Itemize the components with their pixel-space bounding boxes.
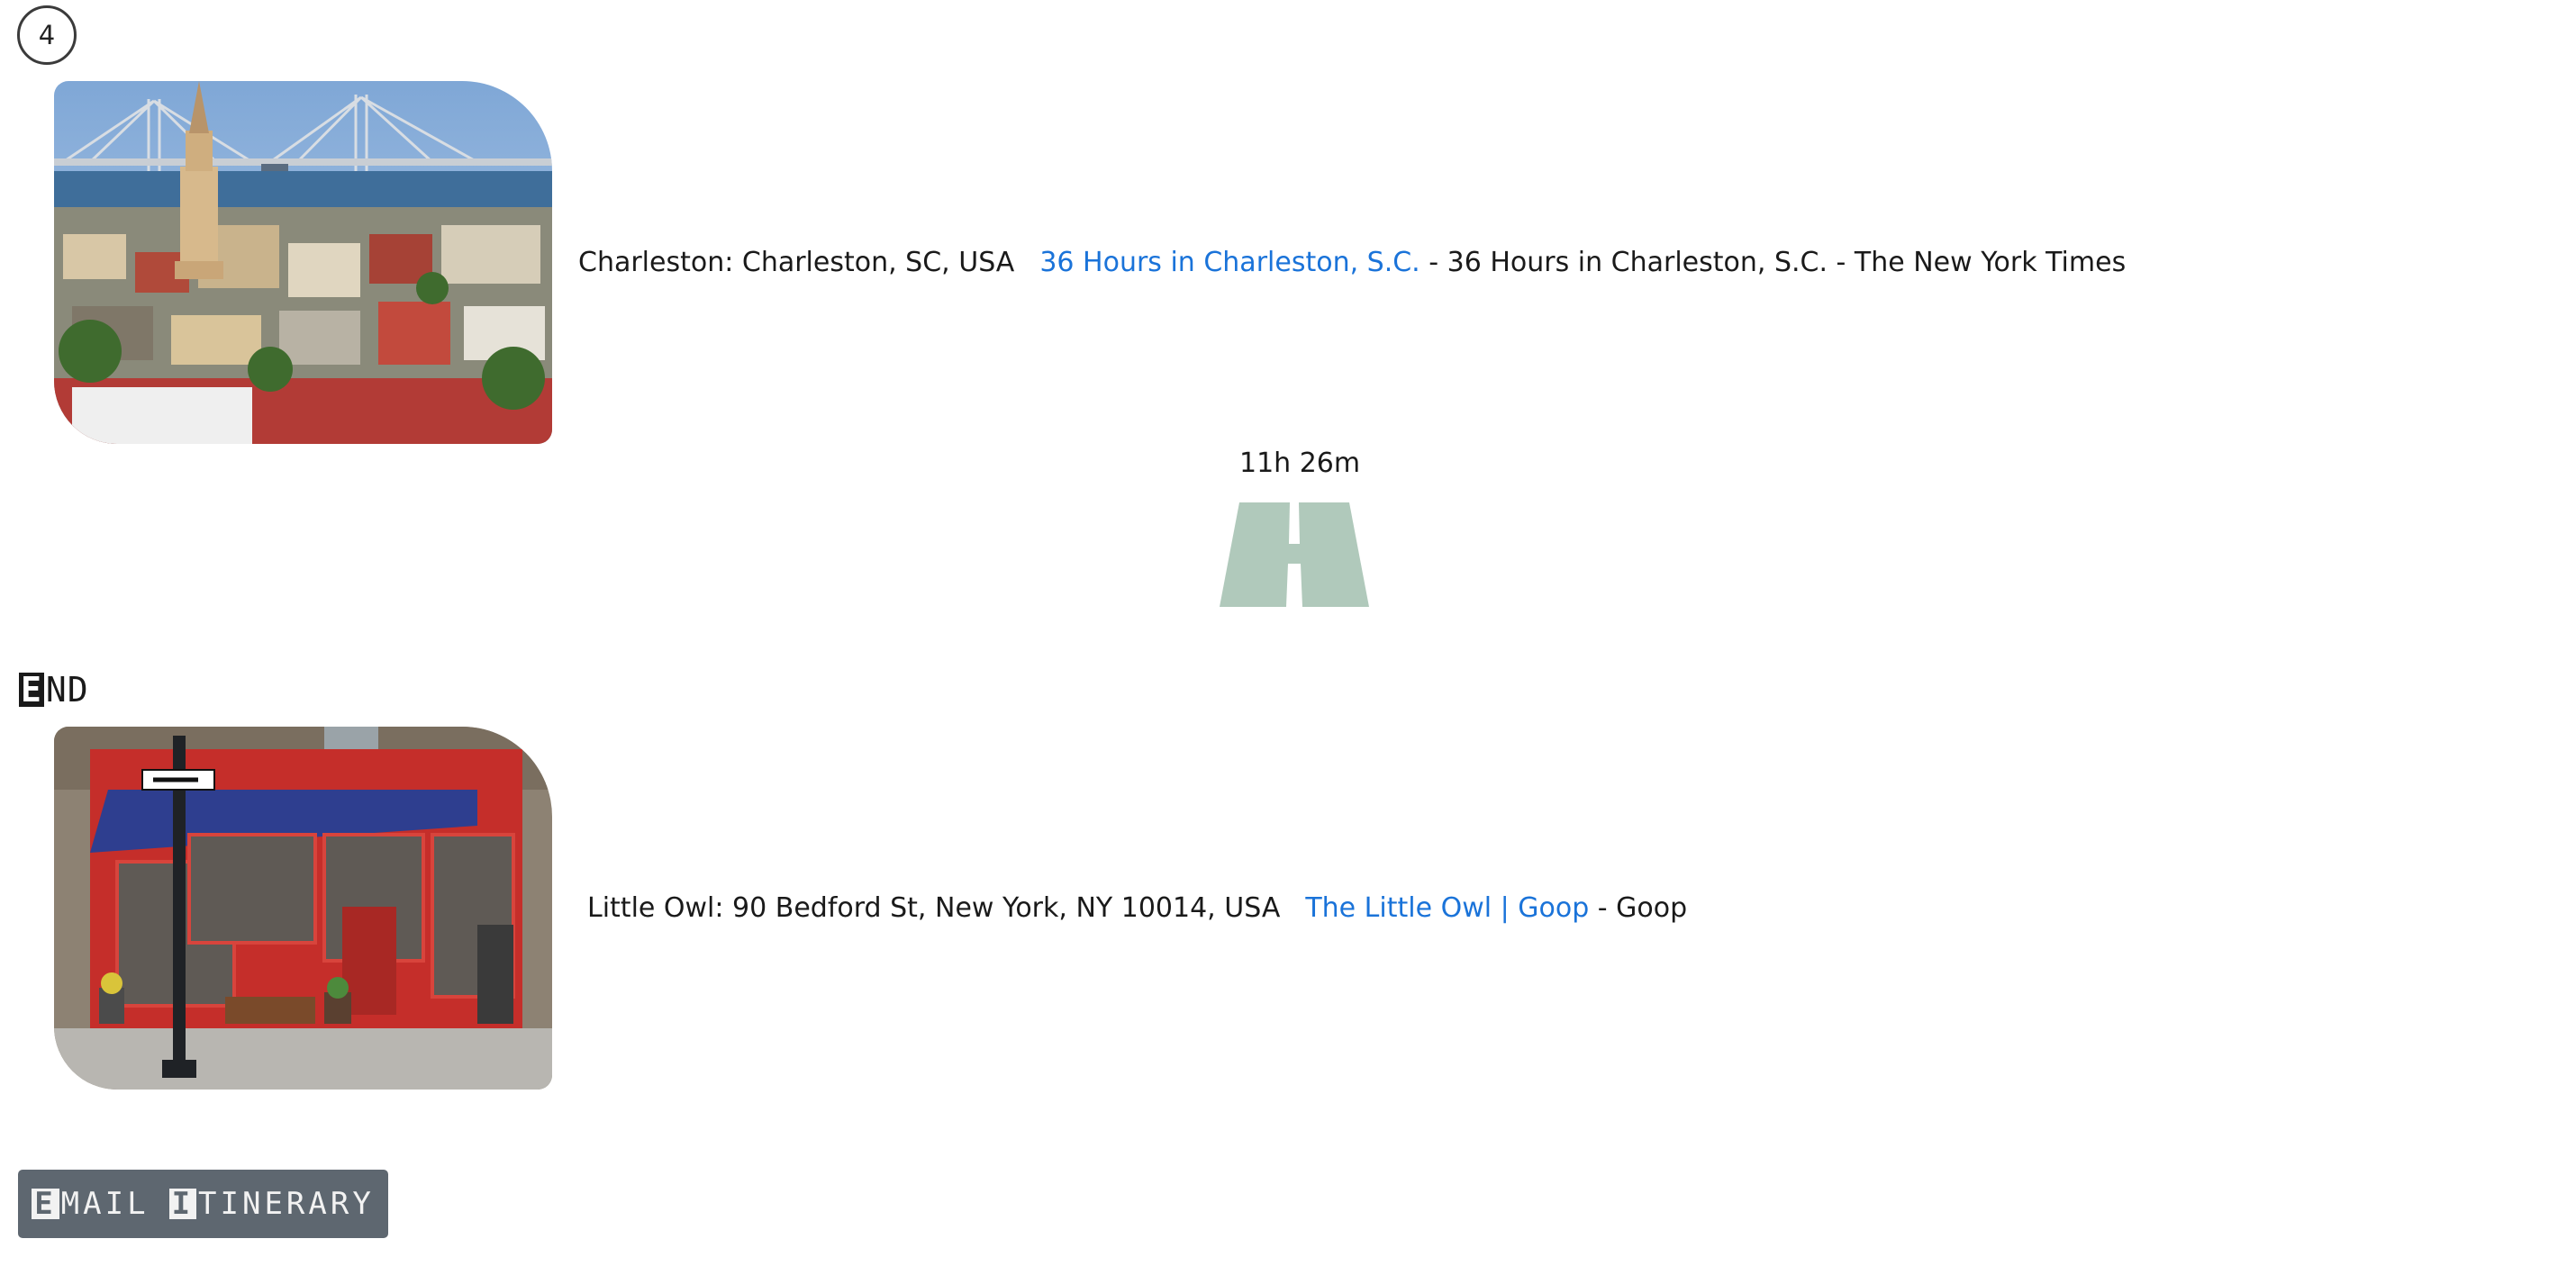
email-button-word-2: TINERARY (198, 1186, 375, 1222)
email-button-initial-1: E (32, 1189, 59, 1219)
end-heading-rest: ND (45, 670, 89, 710)
stop-details-little-owl: Little Owl: 90 Bedford St, New York, NY … (587, 892, 1687, 924)
stop-row-charleston: Charleston: Charleston, SC, USA 36 Hours … (54, 81, 2126, 444)
restaurant-storefront-photo (54, 727, 552, 1090)
stop-row-little-owl: Little Owl: 90 Bedford St, New York, NY … (54, 727, 1687, 1090)
itinerary-page: 4 Charleston: Charleston, SC, USA 36 Hou… (0, 0, 2576, 1266)
stop-article-link[interactable]: The Little Owl | Goop (1305, 892, 1589, 924)
city-skyline-photo (54, 81, 552, 444)
stop-link-source: - 36 Hours in Charleston, S.C. - The New… (1429, 247, 2127, 278)
stop-place-line: Little Owl: 90 Bedford St, New York, NY … (587, 892, 1281, 924)
stop-place-line: Charleston: Charleston, SC, USA (578, 247, 1015, 278)
stop-details-charleston: Charleston: Charleston, SC, USA 36 Hours … (578, 247, 2126, 278)
stop-article-link[interactable]: 36 Hours in Charleston, S.C. (1039, 247, 1420, 278)
end-heading: E ND (19, 670, 89, 710)
end-heading-initial: E (19, 670, 44, 710)
email-button-word-1: MAIL (60, 1186, 150, 1222)
email-itinerary-button[interactable]: E MAIL I TINERARY (18, 1170, 388, 1238)
step-number: 4 (38, 20, 56, 50)
road-icon (1220, 502, 1369, 607)
stop-link-source: - Goop (1597, 892, 1688, 924)
travel-duration: 11h 26m (1239, 448, 1361, 479)
email-button-initial-2: I (168, 1189, 197, 1219)
step-number-badge: 4 (17, 5, 77, 65)
